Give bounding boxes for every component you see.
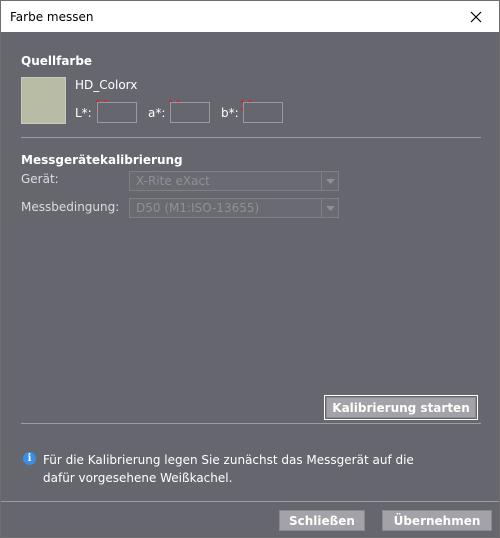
measure-color-dialog: Farbe messen Quellfarbe HD_Colorx L*: a*…	[0, 0, 500, 538]
source-color-heading: Quellfarbe	[21, 54, 93, 68]
l-value-field[interactable]	[97, 102, 137, 123]
info-icon: i	[23, 452, 36, 465]
a-label: a*:	[148, 106, 166, 120]
device-select-value: X-Rite eXact	[136, 174, 210, 188]
section-divider	[21, 423, 481, 424]
b-label: b*:	[221, 106, 239, 120]
calibration-heading: Messgerätekalibrierung	[21, 153, 183, 167]
condition-select[interactable]: D50 (M1:ISO-13655)	[129, 198, 339, 218]
device-dropdown-button[interactable]	[321, 172, 338, 190]
condition-label: Messbedingung:	[21, 200, 120, 214]
dialog-content: Quellfarbe HD_Colorx L*: a*: b*: Messger…	[1, 32, 499, 537]
device-select[interactable]: X-Rite eXact	[129, 171, 339, 191]
a-value-field[interactable]	[170, 102, 210, 123]
chevron-down-icon	[325, 205, 335, 211]
close-window-button[interactable]	[453, 1, 499, 32]
apply-button[interactable]: Übernehmen	[382, 510, 492, 531]
chevron-down-icon	[325, 178, 335, 184]
window-title: Farbe messen	[10, 10, 94, 24]
condition-dropdown-button[interactable]	[321, 199, 338, 217]
start-calibration-button[interactable]: Kalibrierung starten	[324, 395, 478, 420]
info-message: Für die Kalibrierung legen Sie zunächst …	[43, 453, 414, 485]
source-color-name: HD_Colorx	[75, 78, 138, 92]
device-label: Gerät:	[21, 172, 59, 186]
close-button[interactable]: Schließen	[279, 510, 365, 531]
condition-select-value: D50 (M1:ISO-13655)	[136, 201, 260, 215]
footer-divider	[1, 501, 499, 502]
title-bar: Farbe messen	[1, 1, 499, 32]
l-label: L*:	[75, 106, 92, 120]
b-value-field[interactable]	[243, 102, 283, 123]
source-color-swatch	[21, 77, 66, 124]
close-icon	[470, 11, 482, 22]
section-divider	[21, 137, 481, 138]
